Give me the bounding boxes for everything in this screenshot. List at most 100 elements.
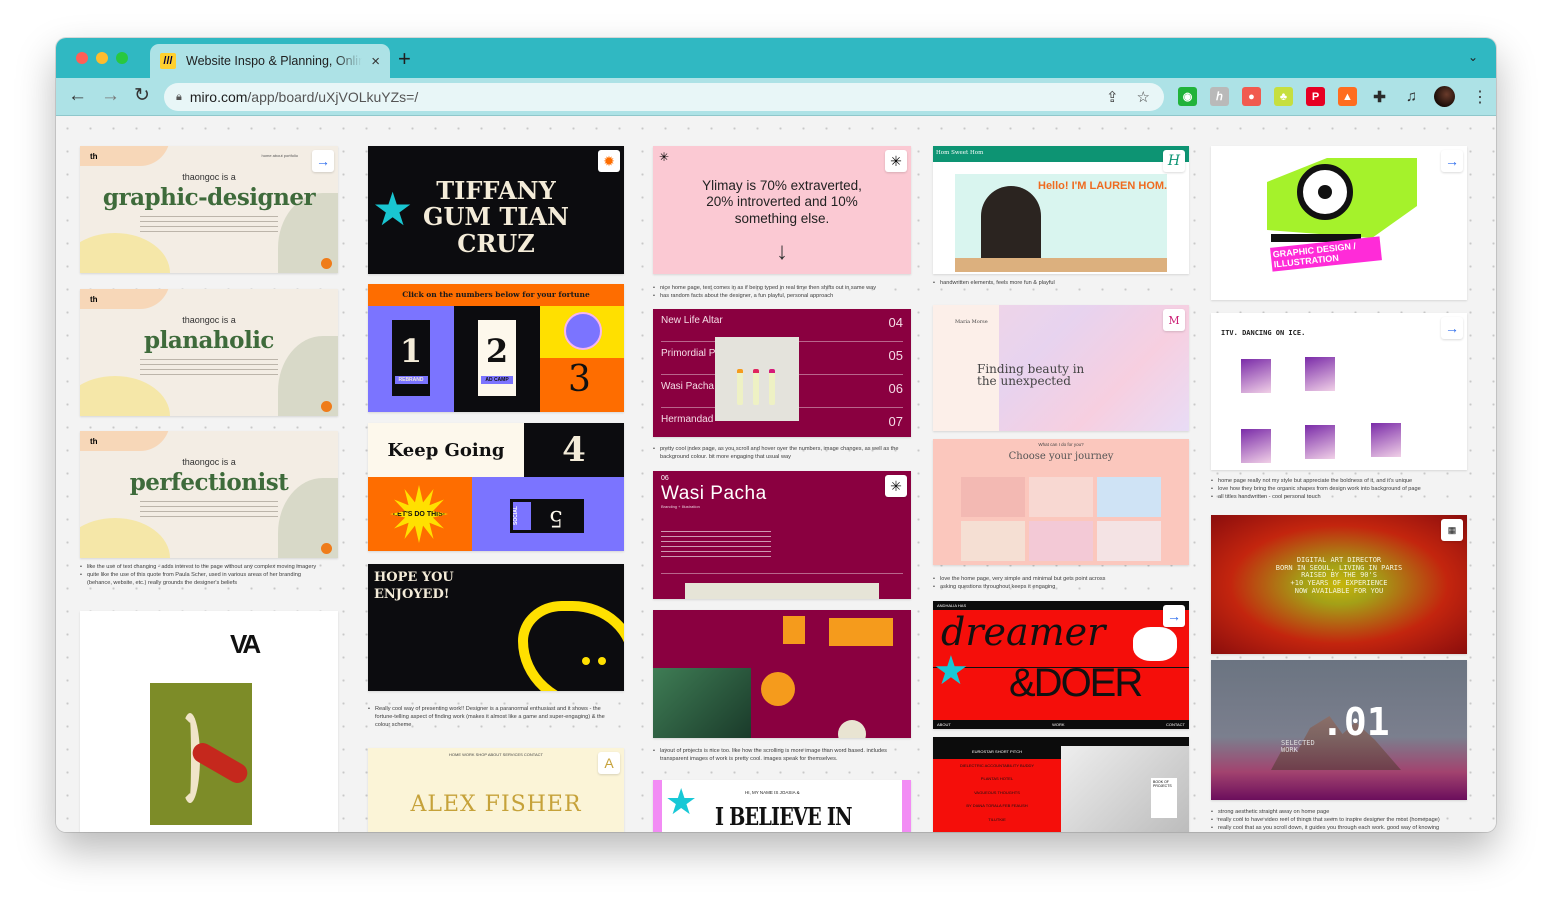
sticky-note-col3a[interactable]: nice home page, text comes in as if bein… xyxy=(653,284,903,300)
close-window-button[interactable] xyxy=(76,52,88,64)
keep-going-text: Keep Going xyxy=(368,423,524,477)
nav-work[interactable]: WORK xyxy=(1052,722,1064,727)
minimize-window-button[interactable] xyxy=(96,52,108,64)
forest-extension-icon[interactable]: ♣ xyxy=(1274,87,1293,106)
selected-label: SELECTED WORK xyxy=(1281,739,1315,754)
journey-tile[interactable] xyxy=(1097,521,1161,561)
choose-journey-card[interactable]: What can I do for you? Choose your journ… xyxy=(933,439,1189,565)
eye-graphic-card[interactable]: GRAPHIC DESIGN / ILLUSTRATION → xyxy=(1211,146,1467,300)
card-lead: thaongoc is a xyxy=(182,457,236,467)
qr-badge-icon[interactable]: ▦ xyxy=(1441,519,1463,541)
sticky-note-col5b[interactable]: strong aesthetic straight away on home p… xyxy=(1211,808,1463,832)
note-item: love how they bring the organic shapes f… xyxy=(1211,485,1461,493)
link-arrow-icon[interactable]: → xyxy=(1441,150,1463,172)
af-logo-icon[interactable]: A xyxy=(598,752,620,774)
journey-title: Choose your journey xyxy=(1008,451,1114,462)
journey-tile[interactable] xyxy=(1029,521,1093,561)
sticky-note-col3b[interactable]: pretty cool index page, as you scroll an… xyxy=(653,445,905,461)
sticky-note-col4a[interactable]: handwritten elements, feels more fun & p… xyxy=(933,279,1183,287)
project-menu-item[interactable]: BY DIANA TORALA FEB FEAUSH xyxy=(933,799,1061,813)
lauren-hom-card[interactable]: Hom Sweet Hom Hello! I'M LAUREN HOM. H xyxy=(933,146,1189,274)
media-control-icon[interactable]: ♫ xyxy=(1402,87,1421,106)
maria-morse-card[interactable]: Maria Morse Finding beauty in the unexpe… xyxy=(933,305,1189,431)
tab-search-button[interactable]: ⌄ xyxy=(1468,50,1478,64)
joasia-card[interactable]: ★ HI, MY NAME IS JOASIA & I BELIEVE IN xyxy=(653,780,911,832)
project-menu-item[interactable]: PLANTAS HOTEL xyxy=(933,772,1061,786)
hope-you-enjoyed-card[interactable]: HOPE YOU ENJOYED! xyxy=(368,564,624,691)
sticky-note-col1[interactable]: like the use of text changing - adds int… xyxy=(80,563,320,587)
ylimay-card[interactable]: ✳ Ylimay is 70% extraverted, 20% introve… xyxy=(653,146,911,274)
h-extension-icon[interactable]: ℎ xyxy=(1210,87,1229,106)
journey-tile[interactable] xyxy=(1029,477,1093,517)
green-shield-extension-icon[interactable]: ◉ xyxy=(1178,87,1197,106)
reload-button[interactable]: ↻ xyxy=(134,86,150,105)
h-logo-icon[interactable]: H xyxy=(1163,150,1185,172)
book-of-projects-photo: BOOK OF PROJECTS xyxy=(1061,746,1189,832)
lh-hello: Hello! I'M LAUREN HOM. xyxy=(1038,180,1168,192)
fortune-card[interactable]: Click on the numbers below for your fort… xyxy=(368,284,624,412)
sun-badge-icon[interactable]: ✹ xyxy=(598,150,620,172)
thaongoc-card-planaholic[interactable]: th thaongoc is a planaholic xyxy=(80,289,338,416)
journey-tile[interactable] xyxy=(961,521,1025,561)
sticky-note-col3c[interactable]: layout of projects is nice too. like how… xyxy=(653,747,905,763)
red-record-extension-icon[interactable]: ● xyxy=(1242,87,1261,106)
tiffany-hero-card[interactable]: ★ TIFFANY GUM TIAN CRUZ ✹ xyxy=(368,146,624,274)
fortune-number-3[interactable]: 3 xyxy=(568,362,591,398)
selected-work-card[interactable]: .01 SELECTED WORK xyxy=(1211,660,1467,800)
star-icon: ★ xyxy=(665,781,698,822)
wasi-pacha-gallery-card[interactable] xyxy=(653,610,911,738)
va-portfolio-card[interactable]: VA xyxy=(80,611,338,832)
sticky-note-col2[interactable]: Really cool way of presenting work!! Des… xyxy=(368,705,620,729)
miro-board-canvas[interactable]: th home about portfolio thaongoc is a gr… xyxy=(56,117,1496,832)
bookmark-star-icon[interactable]: ☆ xyxy=(1137,88,1150,106)
nav-about[interactable]: ABOUT xyxy=(937,722,951,727)
maximize-window-button[interactable] xyxy=(116,52,128,64)
new-tab-button[interactable]: + xyxy=(398,48,411,70)
wasi-pacha-card[interactable]: 06 Wasi Pacha Branding + Illustration ✳ xyxy=(653,471,911,599)
close-tab-icon[interactable]: × xyxy=(371,53,380,70)
joasia-title: I BELIEVE IN xyxy=(715,802,853,831)
ylimay-text: Ylimay is 70% extraverted, 20% introvert… xyxy=(702,178,862,226)
puzzle-extensions-icon[interactable]: ✚ xyxy=(1370,87,1389,106)
sticky-note-col4b[interactable]: love the home page, very simple and mini… xyxy=(933,575,1183,591)
project-menu-item[interactable]: TILUTKIE xyxy=(933,813,1061,827)
dreamer-doer-card[interactable]: ANDHALIA HAS dreamer &DOER ★ ABOUT WORK CO… xyxy=(933,601,1189,729)
link-arrow-icon[interactable]: → xyxy=(1163,605,1185,627)
project-menu-item[interactable]: VAGUEOUS THOUGHTS xyxy=(933,786,1061,800)
thaongoc-card-perfectionist[interactable]: th thaongoc is a perfectionist xyxy=(80,431,338,558)
note-item: nice home page, text comes in as if bein… xyxy=(653,284,903,292)
address-bar[interactable]: 🔒︎ miro.com /app/board/uXjVOLkuYZs=/ ⇪ ☆ xyxy=(164,83,1164,111)
digital-art-director-card[interactable]: DIGITAL ART DIRECTOR BORN IN SEOUL, LIVIN… xyxy=(1211,515,1467,654)
project-menu-item[interactable]: DIELECTRIC ACCOUNTABILITY BUDDY xyxy=(933,759,1061,773)
fortune-number-2[interactable]: 2 AD CAMP xyxy=(478,320,516,396)
project-menu-item[interactable]: EUROSTAR SHORT PITCH xyxy=(933,745,1061,759)
m-logo-icon[interactable]: M xyxy=(1163,309,1185,331)
asterisk-badge-icon[interactable]: ✳ xyxy=(885,150,907,172)
lighthouse-extension-icon[interactable]: ▲ xyxy=(1338,87,1357,106)
alex-fisher-card[interactable]: HOME WORK SHOP ABOUT SERVICES CONTACT AL… xyxy=(368,748,624,832)
fortune-number-5[interactable]: SOCIAL 5 xyxy=(510,499,584,533)
note-item: handwritten elements, feels more fun & p… xyxy=(933,279,1183,287)
link-arrow-icon[interactable]: → xyxy=(1441,317,1463,339)
asterisk-badge-icon[interactable]: ✳ xyxy=(885,475,907,497)
profile-avatar[interactable] xyxy=(1434,86,1455,107)
share-icon[interactable]: ⇪ xyxy=(1106,88,1119,106)
browser-menu-icon[interactable]: ⋮ xyxy=(1472,87,1488,107)
fab-icon xyxy=(321,258,332,269)
back-button[interactable]: ← xyxy=(68,86,87,105)
dancing-on-ice-card[interactable]: ITV. DANCING ON ICE. → xyxy=(1211,313,1467,470)
tab-miro-board[interactable]: /// Website Inspo & Planning, Online Whi… xyxy=(150,44,390,78)
keep-going-card[interactable]: Keep Going 4 LET'S DO THIS! SOCIAL 5 xyxy=(368,423,624,551)
thaongoc-card-graphic-designer[interactable]: th home about portfolio thaongoc is a gr… xyxy=(80,146,338,273)
sticky-note-col5a[interactable]: home page really not my style but apprec… xyxy=(1211,477,1461,501)
link-arrow-icon[interactable]: → xyxy=(312,150,334,172)
fortune-number-1[interactable]: 1 REBRAND xyxy=(392,320,430,396)
journey-tile[interactable] xyxy=(961,477,1025,517)
journey-tile[interactable] xyxy=(1097,477,1161,517)
forward-button[interactable]: → xyxy=(101,86,120,105)
fortune-number-4[interactable]: 4 xyxy=(524,423,624,477)
pinterest-extension-icon[interactable]: P xyxy=(1306,87,1325,106)
project-list-card[interactable]: EUROSTAR SHORT PITCH DIELECTRIC ACCOUNTAB… xyxy=(933,737,1189,832)
project-index-card[interactable]: New Life Altar 04 Primordial Pla 05 Wasi P… xyxy=(653,309,911,437)
nav-contact[interactable]: CONTACT xyxy=(1166,722,1185,727)
